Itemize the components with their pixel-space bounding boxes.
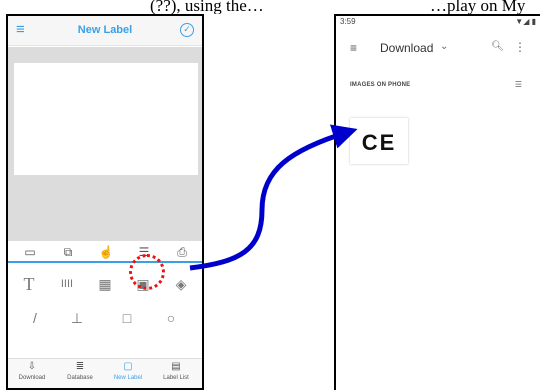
- confirm-check-icon[interactable]: ✓: [180, 23, 194, 37]
- touch-icon[interactable]: ☝: [98, 244, 114, 260]
- bottom-navigation: ⇩ Download ≣ Database ▢ New Label ▤ Labe…: [8, 358, 202, 388]
- caption-left: (??), using the…: [150, 0, 264, 14]
- chevron-down-icon[interactable]: ⌄: [440, 41, 448, 52]
- editor-toolbar: ▭ ⧉ ☝ ☰ ⎙: [8, 241, 202, 263]
- highlight-circle: [129, 254, 165, 290]
- left-phone-screen: ≡ New Label ✓ ▭ ⧉ ☝ ☰ ⎙ T IIII ▦ ▣ ◈ / ⊥…: [6, 14, 204, 390]
- barcode-tool-icon[interactable]: IIII: [58, 275, 76, 293]
- circle-tool-icon[interactable]: ○: [162, 309, 180, 327]
- new-label-icon: ▢: [123, 361, 133, 372]
- search-icon[interactable]: 🔍︎: [491, 41, 504, 52]
- hamburger-menu-icon[interactable]: ≡: [350, 41, 357, 55]
- line-tool-icon[interactable]: /: [26, 309, 44, 327]
- image-thumbnail[interactable]: CE: [350, 118, 408, 164]
- rectangle-tool-icon[interactable]: □: [118, 309, 136, 327]
- camera-tool-icon[interactable]: ◈: [172, 275, 190, 293]
- editor-area: [8, 47, 202, 241]
- label-canvas[interactable]: [14, 63, 198, 175]
- nav-label: Download: [18, 375, 46, 381]
- tee-line-tool-icon[interactable]: ⊥: [68, 309, 86, 327]
- right-phone-screen: 3:59 ▼◢ ▮ ≡ Download ⌄ 🔍︎ ⋮ IMAGES ON PH…: [334, 14, 540, 390]
- caption-text: (??), using the… …play on My: [0, 0, 540, 14]
- status-bar: 3:59 ▼◢ ▮: [336, 16, 540, 30]
- list-view-icon[interactable]: ☰: [515, 80, 522, 89]
- nav-database[interactable]: ≣ Database: [56, 361, 104, 382]
- more-options-icon[interactable]: ⋮: [514, 40, 526, 54]
- text-tool-icon[interactable]: T: [20, 275, 38, 293]
- layers-icon[interactable]: ⧉: [60, 244, 76, 260]
- qrcode-tool-icon[interactable]: ▦: [96, 275, 114, 293]
- app-header: ≡ New Label ✓: [8, 16, 202, 46]
- caption-right: …play on My: [430, 0, 526, 14]
- nav-new-label[interactable]: ▢ New Label: [104, 361, 152, 382]
- nav-label-list[interactable]: ▤ Label List: [152, 361, 200, 382]
- file-picker-appbar: ≡ Download ⌄ 🔍︎ ⋮: [336, 30, 540, 66]
- ce-mark: CE: [361, 130, 397, 155]
- status-icons: ▼◢ ▮: [515, 17, 536, 26]
- element-palette: T IIII ▦ ▣ ◈ / ⊥ □ ○: [8, 263, 202, 363]
- picker-title[interactable]: Download: [380, 41, 433, 55]
- page-title: New Label: [77, 24, 133, 36]
- section-heading: IMAGES ON PHONE: [350, 82, 411, 88]
- label-list-icon: ▤: [171, 361, 181, 372]
- nav-download[interactable]: ⇩ Download: [8, 361, 56, 382]
- database-icon: ≣: [75, 361, 85, 372]
- print-icon[interactable]: ⎙: [174, 244, 190, 260]
- nav-label: Database: [67, 375, 93, 381]
- nav-label: Label List: [163, 375, 189, 381]
- tab-icon[interactable]: ▭: [22, 244, 38, 260]
- arrow-path: [189, 124, 358, 271]
- nav-label: New Label: [113, 375, 143, 381]
- download-icon: ⇩: [27, 361, 37, 372]
- status-time: 3:59: [340, 17, 356, 26]
